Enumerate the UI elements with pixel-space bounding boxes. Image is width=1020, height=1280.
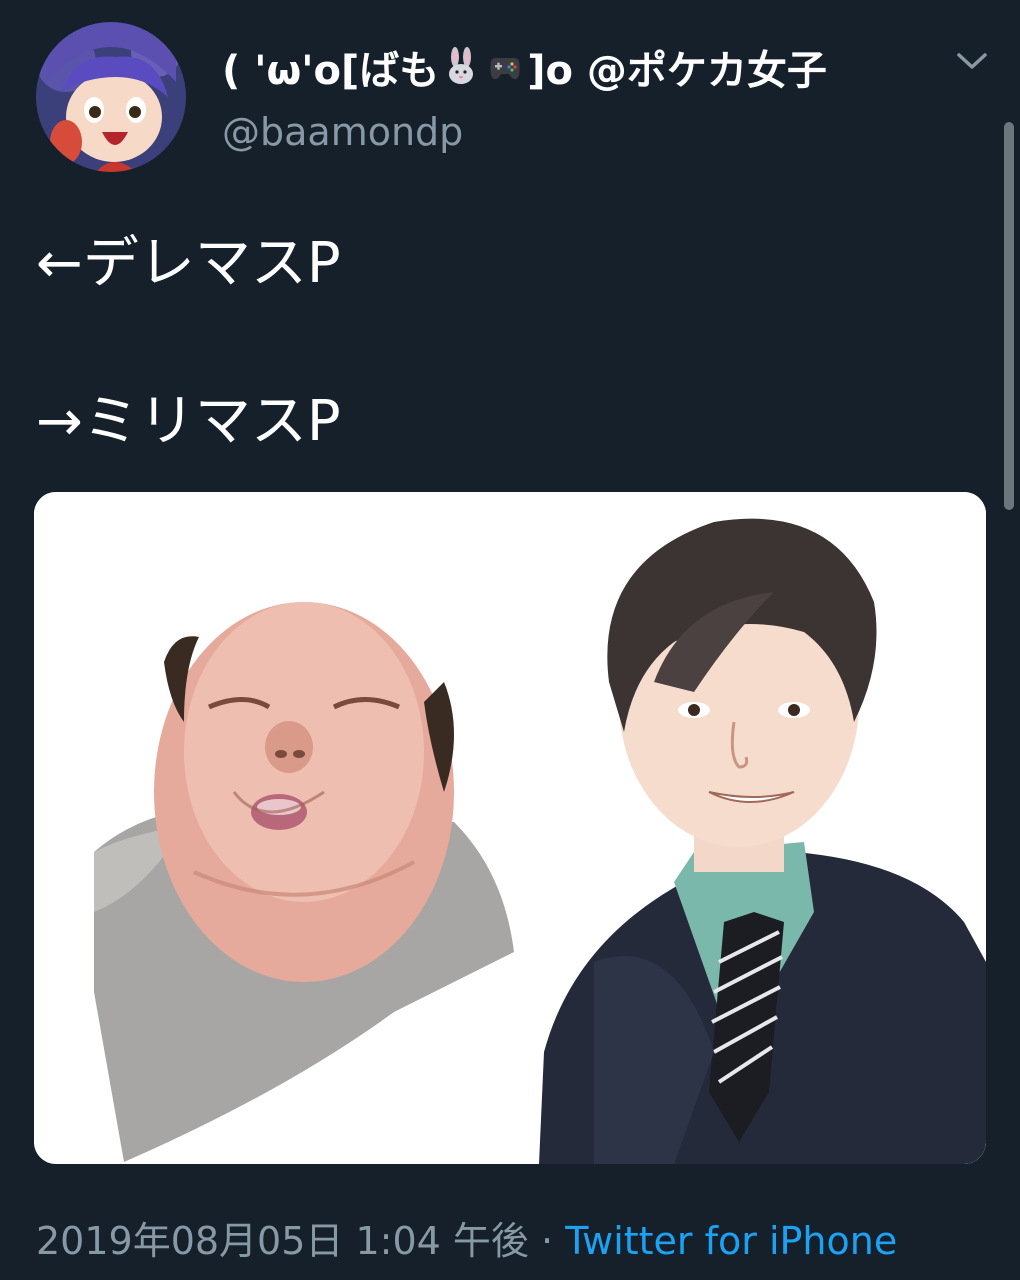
rabbit-icon xyxy=(441,47,481,87)
illustration xyxy=(34,492,986,1164)
source-link[interactable]: Twitter for iPhone xyxy=(565,1219,897,1263)
tweet-text-line: ←デレマスP xyxy=(36,231,341,296)
tweet-text-line: →ミリマスP xyxy=(36,389,341,454)
user-handle[interactable]: @baamondp xyxy=(222,110,463,154)
display-name-prefix: ( 'ω'o[ばも xyxy=(222,48,440,94)
game-controller-icon xyxy=(485,47,525,87)
tweet: ( 'ω'o[ばも ]o @ポケカ女子 @baamondp ←デレマスP →ミリ… xyxy=(0,0,1020,1280)
avatar[interactable] xyxy=(36,22,186,172)
display-name-suffix: ]o @ポケカ女子 xyxy=(527,48,827,94)
timestamp[interactable]: 2019年08月05日 1:04 午後 xyxy=(36,1219,529,1263)
separator: · xyxy=(541,1219,554,1263)
chevron-down-icon[interactable] xyxy=(955,48,989,74)
scrollbar[interactable] xyxy=(1004,122,1014,510)
avatar-image xyxy=(36,22,186,172)
tweet-media-image[interactable] xyxy=(34,492,986,1164)
display-name[interactable]: ( 'ω'o[ばも ]o @ポケカ女子 xyxy=(222,38,827,96)
tweet-meta: 2019年08月05日 1:04 午後 · Twitter for iPhone xyxy=(36,1210,897,1265)
